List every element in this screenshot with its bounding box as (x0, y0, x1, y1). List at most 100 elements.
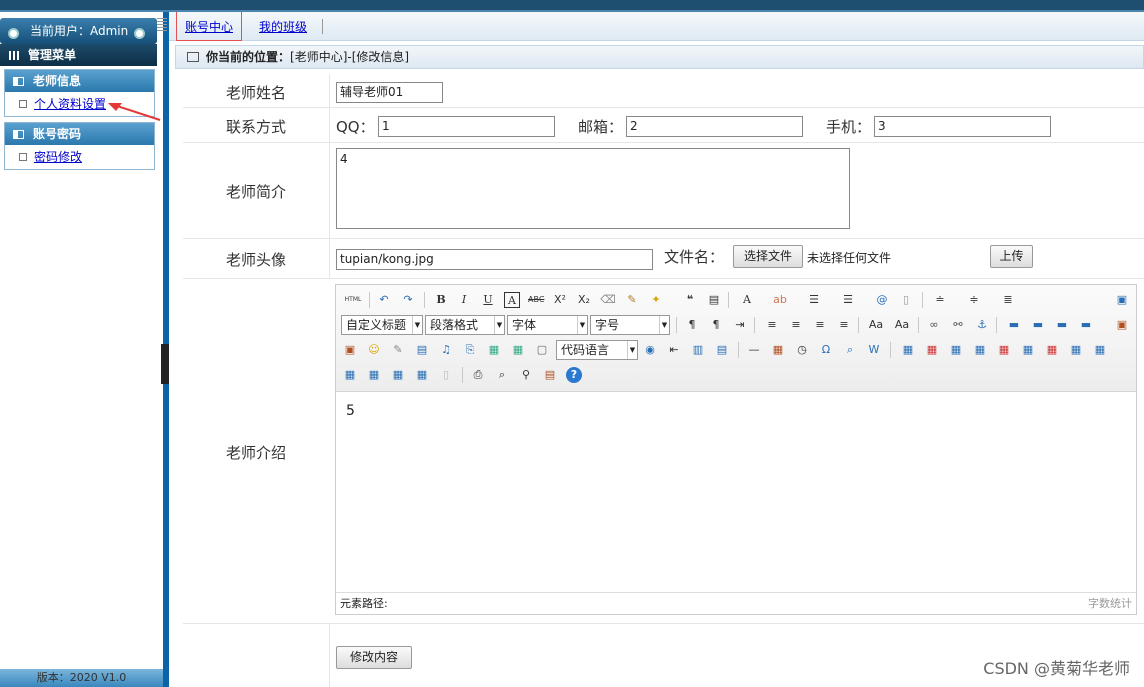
pagebreak-icon[interactable]: ⇤ (666, 342, 682, 358)
map-icon[interactable]: ▦ (486, 342, 502, 358)
ordered-list-icon[interactable]: ☰ (806, 292, 822, 308)
redo-icon[interactable]: ↷ (400, 292, 416, 308)
insert-col-icon[interactable]: ▦ (1020, 342, 1036, 358)
align-right-icon[interactable]: ≡ (812, 317, 828, 333)
paste-text-icon[interactable]: ▤ (706, 292, 722, 308)
unlink-icon[interactable]: ⚯ (950, 317, 966, 333)
paragraph-format-select[interactable]: 段落格式 ▼ (425, 315, 505, 335)
subscript-icon[interactable]: X₂ (576, 292, 592, 308)
frame-icon[interactable]: ▢ (534, 342, 550, 358)
help-icon[interactable]: ? (566, 367, 582, 383)
lowercase-icon[interactable]: Aa (894, 317, 910, 333)
row-spacing-top-icon[interactable]: ≐ (932, 292, 948, 308)
submit-button[interactable]: 修改内容 (336, 646, 412, 669)
attachment-icon[interactable]: ⎘ (462, 342, 478, 358)
intro-textarea[interactable]: 4 (336, 148, 850, 229)
strikethrough-icon[interactable]: ABC (528, 292, 544, 308)
insert-video-icon[interactable]: ▤ (414, 342, 430, 358)
search-replace-icon[interactable]: ⌕ (842, 342, 858, 358)
insert-paragraph-before-table-icon[interactable]: ▦ (948, 342, 964, 358)
font-size-select[interactable]: 字号 ▼ (590, 315, 670, 335)
merge-cells-icon[interactable]: ▦ (1068, 342, 1084, 358)
link-icon[interactable]: ∞ (926, 317, 942, 333)
image-none-icon[interactable]: ▬ (1006, 317, 1022, 333)
split-rows-icon[interactable]: ▦ (390, 367, 406, 383)
word-image-icon[interactable]: W (866, 342, 882, 358)
date-icon[interactable]: ▦ (770, 342, 786, 358)
delete-table-icon[interactable]: ▦ (924, 342, 940, 358)
ltr-icon[interactable]: ¶ (684, 317, 700, 333)
format-brush-icon[interactable]: ✎ (624, 292, 640, 308)
align-left-icon[interactable]: ≡ (764, 317, 780, 333)
preview-icon[interactable]: ⌕ (494, 367, 510, 383)
image-center-icon[interactable]: ▬ (1078, 317, 1094, 333)
insert-row-icon[interactable]: ▦ (972, 342, 988, 358)
align-justify-icon[interactable]: ≡ (836, 317, 852, 333)
sidebar-item-change-password[interactable]: 密码修改 (5, 145, 154, 169)
clear-doc-icon[interactable]: ▯ (898, 292, 914, 308)
split-cols-icon[interactable]: ▦ (414, 367, 430, 383)
background-icon[interactable]: ▤ (714, 342, 730, 358)
phone-input[interactable]: 3 (874, 116, 1051, 137)
search-icon[interactable]: ⚲ (518, 367, 534, 383)
blockquote-icon[interactable]: ❝ (682, 292, 698, 308)
unordered-list-icon[interactable]: ☰ (840, 292, 856, 308)
chart-icon[interactable]: ▯ (438, 367, 454, 383)
code-language-select[interactable]: 代码语言 ▼ (556, 340, 638, 360)
name-input[interactable]: 辅导老师01 (336, 82, 443, 103)
horizontal-rule-icon[interactable]: — (746, 342, 762, 358)
custom-heading-select[interactable]: 自定义标题 ▼ (341, 315, 423, 335)
insert-table-icon[interactable]: ▦ (900, 342, 916, 358)
tab-account-center[interactable]: 账号中心 (176, 12, 243, 41)
merge-down-icon[interactable]: ▦ (342, 367, 358, 383)
rtl-icon[interactable]: ¶ (708, 317, 724, 333)
auto-format-icon[interactable]: ✦ (648, 292, 664, 308)
template-icon[interactable]: ▥ (690, 342, 706, 358)
superscript-icon[interactable]: X² (552, 292, 568, 308)
font-color-icon[interactable]: A (739, 292, 755, 308)
image-right-icon[interactable]: ▬ (1054, 317, 1070, 333)
italic-icon[interactable]: I (456, 292, 472, 308)
bold-icon[interactable]: B (433, 292, 449, 308)
highlight-color-icon[interactable]: ab (772, 292, 788, 308)
image-left-icon[interactable]: ▬ (1030, 317, 1046, 333)
row-spacing-bottom-icon[interactable]: ≑ (966, 292, 982, 308)
drafts-icon[interactable]: ▤ (542, 367, 558, 383)
avatar-path-input[interactable]: tupian/kong.jpg (336, 249, 653, 270)
sidebar-link-profile-settings[interactable]: 个人资料设置 (34, 97, 106, 111)
split-cells-icon[interactable]: ▦ (366, 367, 382, 383)
indent-icon[interactable]: ⇥ (732, 317, 748, 333)
upload-button[interactable]: 上传 (990, 245, 1033, 268)
scrawl-icon[interactable]: ✎ (390, 342, 406, 358)
merge-right-icon[interactable]: ▦ (1092, 342, 1108, 358)
email-input[interactable]: 2 (626, 116, 803, 137)
sidebar-link-change-password[interactable]: 密码修改 (34, 150, 82, 164)
fullscreen-icon[interactable]: ▣ (1114, 292, 1130, 308)
rich-text-editor[interactable]: HTML ↶ ↷ B I U A ABC X² X₂ ⌫ ✎ ✦ ❝ ▤ A a… (335, 284, 1137, 615)
line-height-icon[interactable]: ≣ (1000, 292, 1016, 308)
insert-image-icon[interactable]: ▣ (1114, 317, 1130, 333)
webapp-icon[interactable]: ◉ (642, 342, 658, 358)
print-icon[interactable]: ⎙ (470, 367, 486, 383)
gmap-icon[interactable]: ▦ (510, 342, 526, 358)
undo-icon[interactable]: ↶ (376, 292, 392, 308)
eraser-icon[interactable]: ⌫ (600, 292, 616, 308)
qq-input[interactable]: 1 (378, 116, 555, 137)
choose-file-button[interactable]: 选择文件 (733, 245, 803, 268)
anchor-icon[interactable]: ⚓ (974, 317, 990, 333)
delete-row-icon[interactable]: ▦ (996, 342, 1012, 358)
select-all-icon[interactable]: @ (874, 292, 890, 308)
time-icon[interactable]: ◷ (794, 342, 810, 358)
collapse-toggle-icon[interactable] (161, 344, 169, 384)
tab-my-class[interactable]: 我的班级 (259, 12, 307, 41)
uppercase-icon[interactable]: Aa (868, 317, 884, 333)
font-family-select[interactable]: 字体 ▼ (507, 315, 588, 335)
emotion-icon[interactable]: ☺ (366, 342, 382, 358)
special-char-icon[interactable]: Ω (818, 342, 834, 358)
sidebar-divider[interactable] (161, 12, 169, 687)
border-text-icon[interactable]: A (504, 292, 520, 308)
html-source-icon[interactable]: HTML (342, 292, 364, 308)
align-center-icon[interactable]: ≡ (788, 317, 804, 333)
multi-image-icon[interactable]: ▣ (342, 342, 358, 358)
delete-col-icon[interactable]: ▦ (1044, 342, 1060, 358)
